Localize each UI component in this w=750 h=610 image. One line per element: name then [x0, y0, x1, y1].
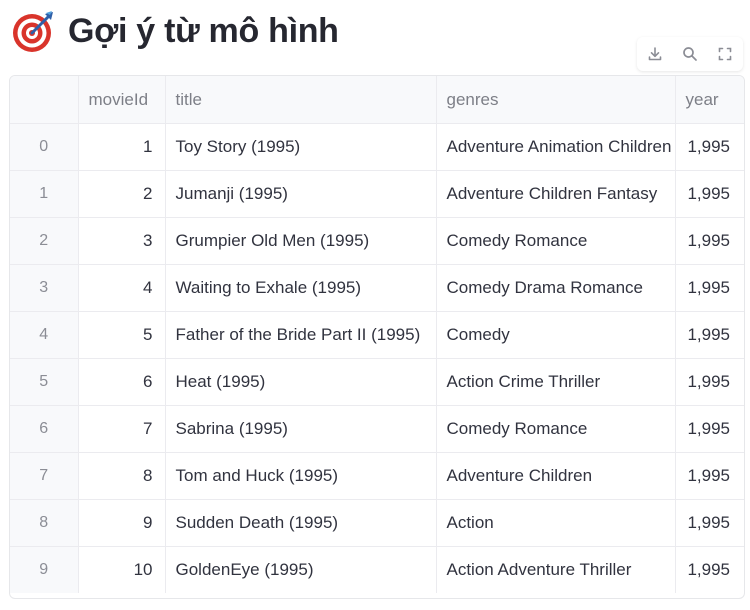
data-table[interactable]: movieId title genres year 0 1 Toy Story … — [9, 75, 745, 599]
dart-target-icon — [12, 9, 56, 53]
table-row: 3 4 Waiting to Exhale (1995) Comedy Dram… — [10, 264, 744, 312]
column-header-title[interactable]: title — [165, 76, 437, 124]
row-index-cell[interactable]: 0 — [10, 123, 79, 171]
movieid-cell[interactable]: 10 — [78, 546, 166, 593]
genres-cell[interactable]: Adventure Children — [436, 452, 676, 500]
row-index-cell[interactable]: 2 — [10, 217, 79, 265]
year-cell[interactable]: 1,995 — [675, 123, 744, 171]
table-row: 6 7 Sabrina (1995) Comedy Romance 1,995 — [10, 405, 744, 453]
genres-cell[interactable]: Action Crime Thriller — [436, 358, 676, 406]
column-header-year[interactable]: year — [675, 76, 744, 124]
genres-cell[interactable]: Comedy Drama Romance — [436, 264, 676, 312]
movieid-cell[interactable]: 8 — [78, 452, 166, 500]
year-cell[interactable]: 1,995 — [675, 170, 744, 218]
column-header-movieid[interactable]: movieId — [78, 76, 166, 124]
row-index-cell[interactable]: 5 — [10, 358, 79, 406]
title-cell[interactable]: Jumanji (1995) — [165, 170, 437, 218]
year-cell[interactable]: 1,995 — [675, 217, 744, 265]
title-cell[interactable]: Father of the Bride Part II (1995) — [165, 311, 437, 359]
row-index-cell[interactable]: 3 — [10, 264, 79, 312]
column-header-genres[interactable]: genres — [436, 76, 676, 124]
table-header-row: movieId title genres year — [10, 76, 744, 124]
title-cell[interactable]: Toy Story (1995) — [165, 123, 437, 171]
movieid-cell[interactable]: 2 — [78, 170, 166, 218]
table-row: 7 8 Tom and Huck (1995) Adventure Childr… — [10, 452, 744, 500]
table-row: 5 6 Heat (1995) Action Crime Thriller 1,… — [10, 358, 744, 406]
genres-cell[interactable]: Comedy — [436, 311, 676, 359]
row-index-cell[interactable]: 1 — [10, 170, 79, 218]
year-cell[interactable]: 1,995 — [675, 311, 744, 359]
table-row: 4 5 Father of the Bride Part II (1995) C… — [10, 311, 744, 359]
movieid-cell[interactable]: 9 — [78, 499, 166, 547]
title-cell[interactable]: Heat (1995) — [165, 358, 437, 406]
row-index-cell[interactable]: 6 — [10, 405, 79, 453]
year-cell[interactable]: 1,995 — [675, 499, 744, 547]
title-cell[interactable]: Sudden Death (1995) — [165, 499, 437, 547]
table-toolbar — [637, 37, 743, 71]
page-title: Gợi ý từ mô hình — [68, 11, 339, 50]
row-index-cell[interactable]: 7 — [10, 452, 79, 500]
title-cell[interactable]: GoldenEye (1995) — [165, 546, 437, 593]
search-icon[interactable] — [678, 42, 702, 66]
table-row: 9 10 GoldenEye (1995) Action Adventure T… — [10, 546, 744, 594]
title-cell[interactable]: Sabrina (1995) — [165, 405, 437, 453]
movieid-cell[interactable]: 3 — [78, 217, 166, 265]
table-row: 8 9 Sudden Death (1995) Action 1,995 — [10, 499, 744, 547]
movie-table: movieId title genres year 0 1 Toy Story … — [10, 76, 744, 593]
year-cell[interactable]: 1,995 — [675, 452, 744, 500]
movieid-cell[interactable]: 6 — [78, 358, 166, 406]
movieid-cell[interactable]: 4 — [78, 264, 166, 312]
page-header: Gợi ý từ mô hình — [12, 8, 339, 54]
table-row: 0 1 Toy Story (1995) Adventure Animation… — [10, 123, 744, 171]
title-cell[interactable]: Grumpier Old Men (1995) — [165, 217, 437, 265]
genres-cell[interactable]: Adventure Children Fantasy — [436, 170, 676, 218]
genres-cell[interactable]: Action — [436, 499, 676, 547]
year-cell[interactable]: 1,995 — [675, 547, 744, 594]
title-cell[interactable]: Waiting to Exhale (1995) — [165, 264, 437, 312]
row-index-cell[interactable]: 4 — [10, 311, 79, 359]
download-icon[interactable] — [643, 42, 667, 66]
movieid-cell[interactable]: 1 — [78, 123, 166, 171]
row-index-cell[interactable]: 9 — [10, 546, 79, 593]
year-cell[interactable]: 1,995 — [675, 405, 744, 453]
genres-cell[interactable]: Comedy Romance — [436, 405, 676, 453]
genres-cell[interactable]: Adventure Animation Children Comedy Fant… — [436, 123, 676, 171]
year-cell[interactable]: 1,995 — [675, 264, 744, 312]
year-cell[interactable]: 1,995 — [675, 358, 744, 406]
table-row: 2 3 Grumpier Old Men (1995) Comedy Roman… — [10, 217, 744, 265]
genres-cell[interactable]: Comedy Romance — [436, 217, 676, 265]
column-header-index[interactable] — [10, 76, 79, 124]
title-cell[interactable]: Tom and Huck (1995) — [165, 452, 437, 500]
movieid-cell[interactable]: 7 — [78, 405, 166, 453]
row-index-cell[interactable]: 8 — [10, 499, 79, 547]
movieid-cell[interactable]: 5 — [78, 311, 166, 359]
fullscreen-icon[interactable] — [713, 42, 737, 66]
genres-cell[interactable]: Action Adventure Thriller — [436, 546, 676, 593]
table-row: 1 2 Jumanji (1995) Adventure Children Fa… — [10, 170, 744, 218]
